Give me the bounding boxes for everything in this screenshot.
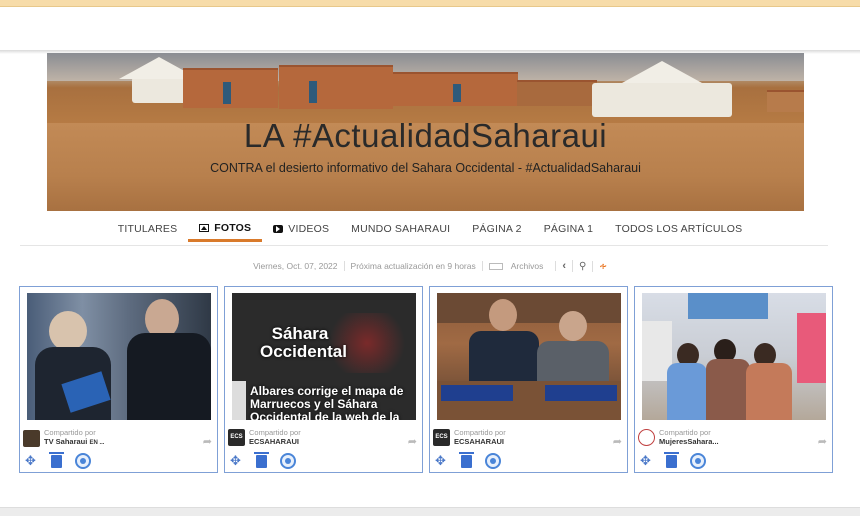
photo-card[interactable]: Sáhara Occidental Albares corrige el map…	[224, 286, 423, 473]
main-nav: TITULARES FOTOS VIDEOS MUNDO SAHARAUI PÁ…	[0, 216, 860, 246]
photo-thumbnail[interactable]	[27, 293, 211, 420]
nav-item-todos-los-articulos[interactable]: TODOS LOS ARTÍCULOS	[604, 216, 753, 242]
source-name[interactable]: ECSAHARAUI	[249, 437, 301, 446]
photo-card[interactable]: Compartido por MujeresSahara... ➦ ✥	[634, 286, 833, 473]
nav-item-pagina-1[interactable]: PÁGINA 1	[533, 216, 604, 242]
photo-card[interactable]: Compartido por TV Saharaui EN ... ➦ ✥	[19, 286, 218, 473]
profile-badge-icon[interactable]	[280, 453, 296, 469]
banner-building	[393, 72, 518, 106]
shared-by: ECS Compartido por ECSAHARAUI	[433, 428, 506, 446]
card-actions: ✥	[25, 451, 91, 469]
nav-label: TODOS LOS ARTÍCULOS	[615, 223, 743, 235]
shared-label: Compartido por	[454, 428, 506, 437]
trash-icon[interactable]	[459, 451, 474, 468]
banner-building	[279, 65, 393, 109]
source-name-text: TV Saharaui	[44, 437, 88, 446]
move-icon[interactable]: ✥	[640, 453, 653, 469]
profile-badge-icon[interactable]	[75, 453, 91, 469]
trash-icon[interactable]	[49, 451, 64, 468]
nav-item-pagina-2[interactable]: PÁGINA 2	[461, 216, 532, 242]
shared-label: Compartido por	[44, 428, 96, 437]
shared-by: ECS Compartido por ECSAHARAUI	[228, 428, 301, 446]
next-update: Próxima actualización en 9 horas	[345, 261, 483, 271]
current-date: Viernes, Oct. 07, 2022	[247, 261, 345, 271]
image-body: Albares corrige el mapa de Marruecos y e…	[250, 384, 404, 421]
meta-bar: Viernes, Oct. 07, 2022 Próxima actualiza…	[0, 260, 860, 272]
nav-label: TITULARES	[117, 223, 178, 235]
nav-label: MUNDO SAHARAUI	[351, 223, 451, 235]
banner-building	[767, 90, 804, 112]
banner-building	[517, 80, 597, 106]
archive-link[interactable]: Archivos	[483, 261, 557, 271]
source-name[interactable]: MujeresSahara...	[659, 437, 719, 446]
browser-notification-bar	[0, 0, 860, 7]
banner-tent-roof	[622, 61, 702, 83]
nav-label: PÁGINA 1	[543, 223, 594, 235]
trash-icon[interactable]	[664, 451, 679, 468]
nav-label: FOTOS	[214, 221, 252, 234]
card-actions: ✥	[435, 451, 501, 469]
source-logo: ECS	[228, 428, 245, 446]
archive-label: Archivos	[510, 261, 544, 271]
photo-grid: Compartido por TV Saharaui EN ... ➦ ✥ Sá…	[19, 286, 833, 473]
photo-thumbnail[interactable]: Sáhara Occidental Albares corrige el map…	[232, 293, 416, 420]
forward-icon[interactable]: ➦	[613, 435, 622, 448]
banner-tent	[132, 77, 187, 103]
nav-item-titulares[interactable]: TITULARES	[107, 216, 189, 242]
move-icon[interactable]: ✥	[230, 453, 243, 469]
site-subtitle: CONTRA el desierto informativo del Sahar…	[210, 161, 641, 175]
source-logo	[638, 428, 655, 446]
search-icon[interactable]: ⚲	[573, 260, 594, 272]
image-heading: Sáhara Occidental	[260, 324, 347, 361]
source-logo	[23, 429, 40, 447]
source-logo: ECS	[433, 428, 450, 446]
card-actions: ✥	[640, 451, 706, 469]
image-icon	[199, 223, 210, 232]
nav-item-mundo-saharaui[interactable]: MUNDO SAHARAUI	[340, 216, 461, 242]
site-title[interactable]: LA #ActualidadSaharaui	[47, 117, 804, 155]
card-actions: ✥	[230, 451, 296, 469]
source-name[interactable]: TV Saharaui EN ...	[44, 437, 104, 448]
photo-thumbnail[interactable]	[642, 293, 826, 420]
forward-icon[interactable]: ➦	[408, 435, 417, 448]
nav-divider	[20, 245, 828, 246]
forward-icon[interactable]: ➦	[818, 435, 827, 448]
shared-by: Compartido por MujeresSahara...	[638, 428, 719, 446]
video-icon	[273, 225, 284, 233]
nav-label: VIDEOS	[288, 223, 330, 235]
nav-label: PÁGINA 2	[472, 223, 522, 235]
trash-icon[interactable]	[254, 451, 269, 468]
photo-thumbnail[interactable]	[437, 293, 621, 420]
shared-by: Compartido por TV Saharaui EN ...	[23, 428, 104, 448]
header-banner[interactable]: LA #ActualidadSaharaui CONTRA el desiert…	[47, 53, 804, 211]
profile-badge-icon[interactable]	[485, 453, 501, 469]
forward-icon[interactable]: ➦	[203, 435, 212, 448]
move-icon[interactable]: ✥	[25, 453, 38, 469]
nav-item-videos[interactable]: VIDEOS	[262, 216, 340, 242]
banner-tent	[592, 83, 732, 117]
photo-card[interactable]: ECS Compartido por ECSAHARAUI ➦ ✥	[429, 286, 628, 473]
shared-label: Compartido por	[659, 428, 711, 437]
shared-label: Compartido por	[249, 428, 301, 437]
footer-bar	[0, 507, 860, 516]
banner-building	[183, 68, 278, 108]
nav-item-fotos[interactable]: FOTOS	[188, 216, 263, 242]
rss-icon[interactable]: ∻	[593, 261, 613, 272]
profile-badge-icon[interactable]	[690, 453, 706, 469]
move-icon[interactable]: ✥	[435, 453, 448, 469]
source-name-suffix: EN ...	[89, 440, 105, 446]
source-name[interactable]: ECSAHARAUI	[454, 437, 506, 446]
chevron-left-icon[interactable]: ‹	[556, 260, 574, 272]
calendar-icon	[488, 263, 503, 270]
